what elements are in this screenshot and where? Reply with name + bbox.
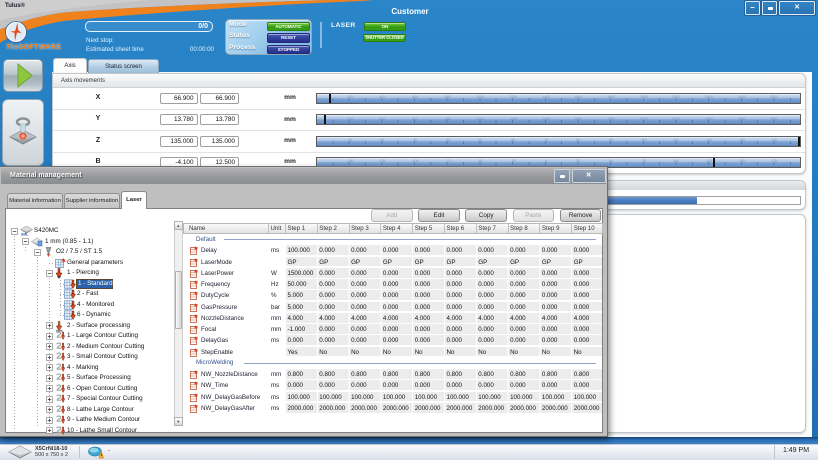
svg-text:SML: SML bbox=[21, 233, 29, 237]
